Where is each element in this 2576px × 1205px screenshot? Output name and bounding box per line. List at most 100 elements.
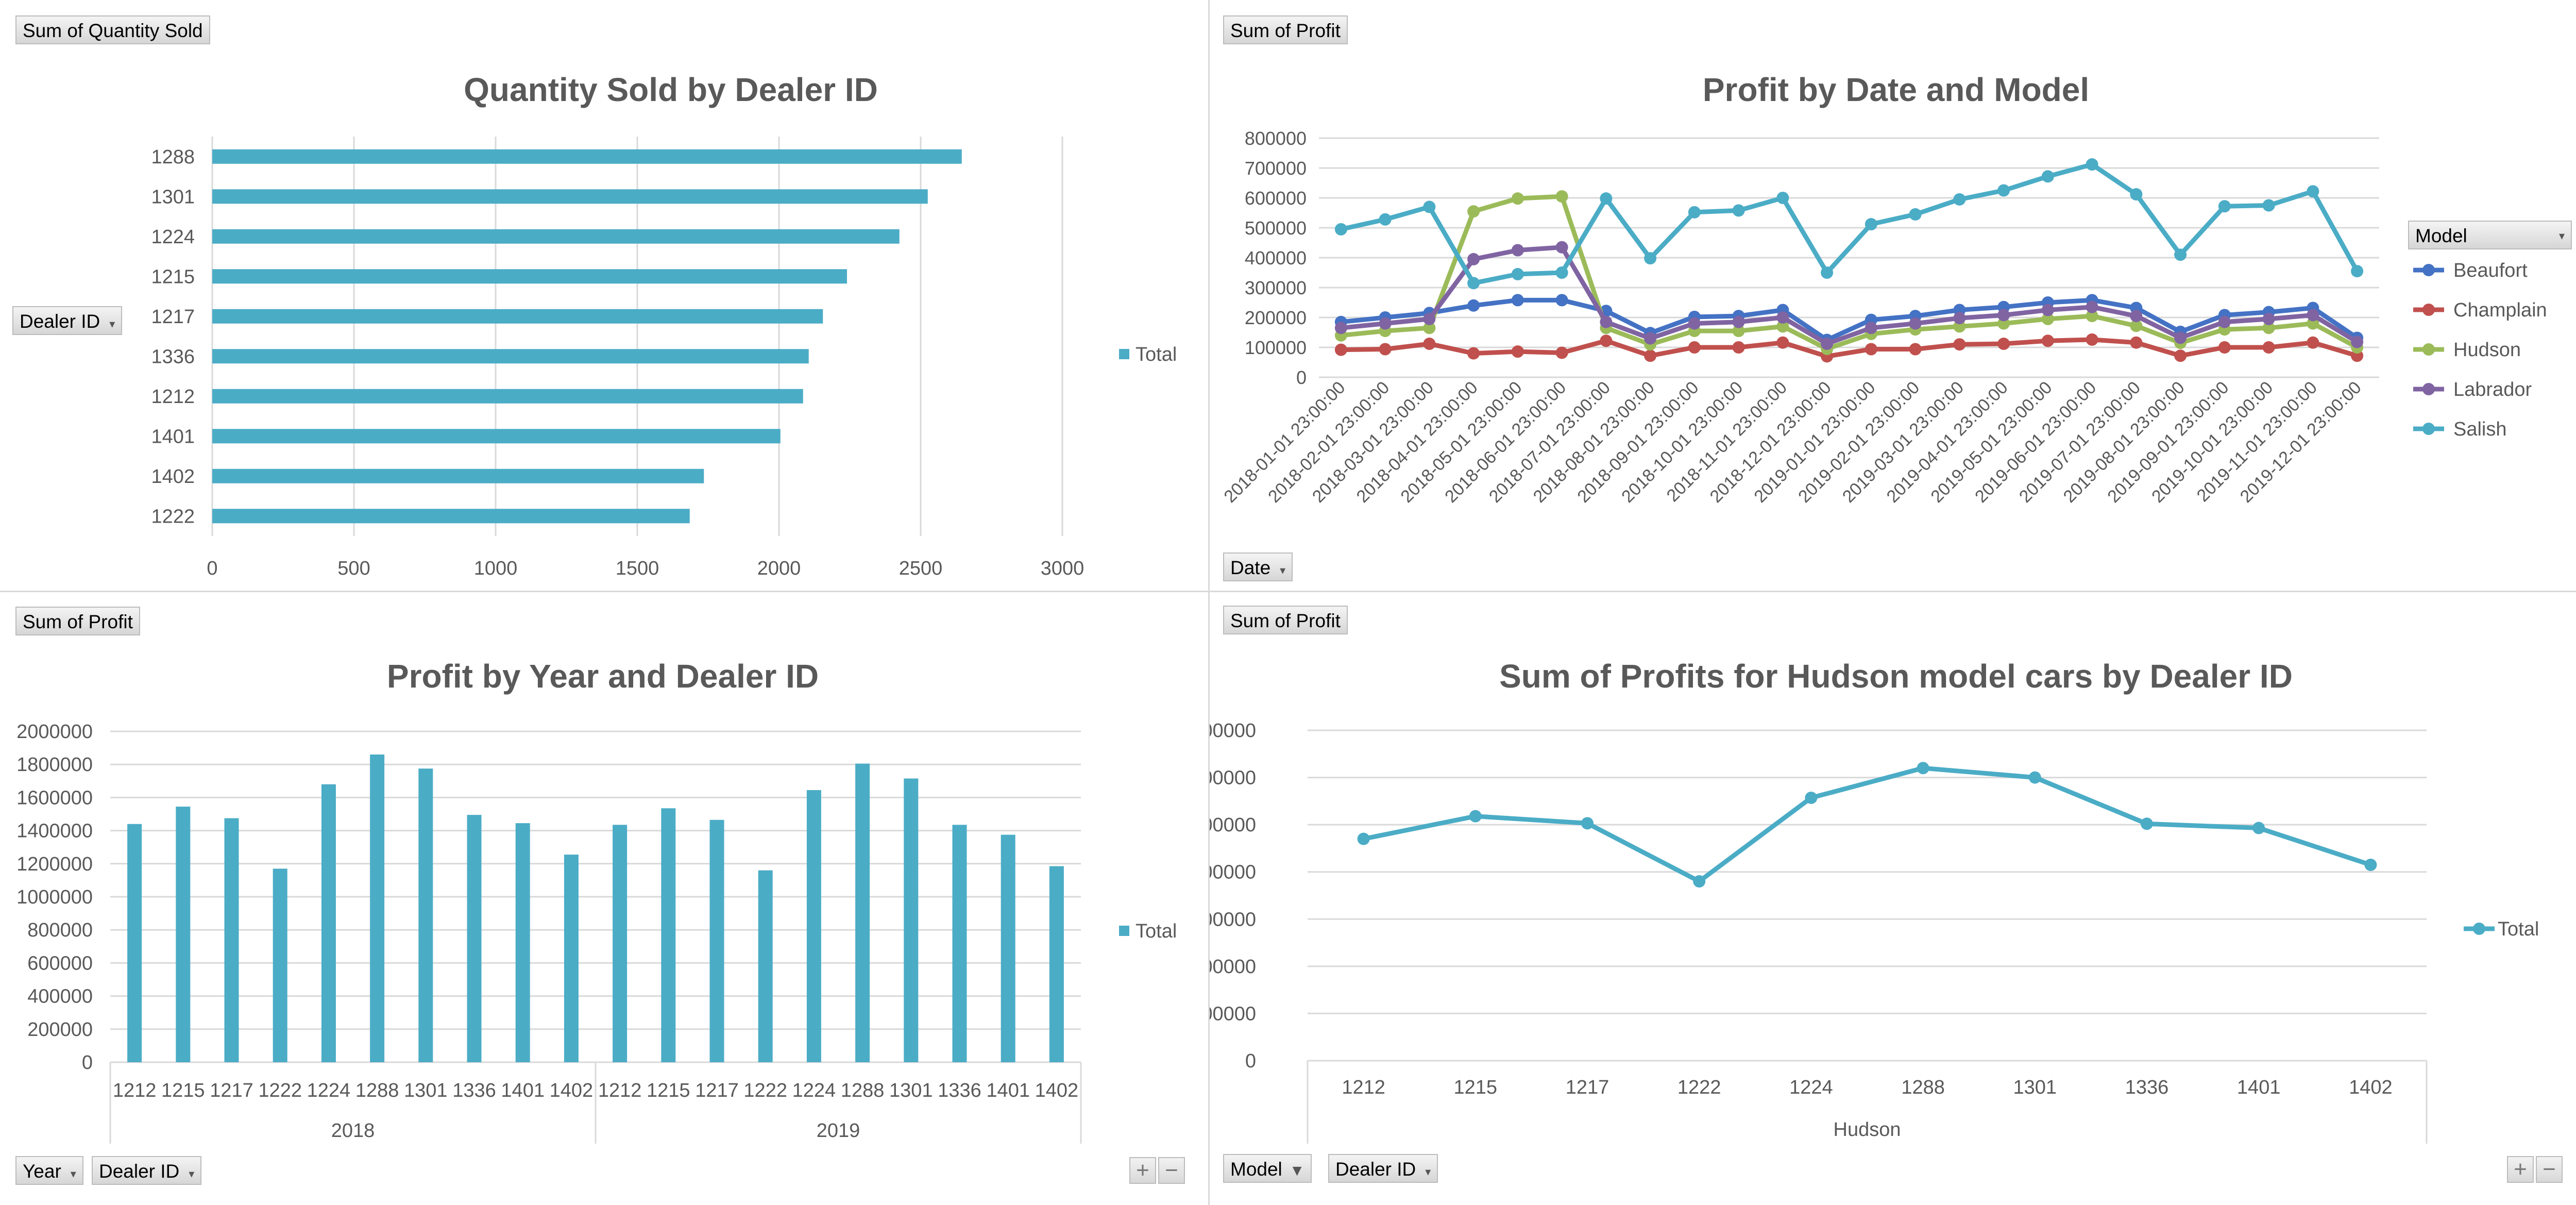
- bar: [370, 754, 385, 1062]
- y-tick-label: 1800000: [16, 754, 93, 776]
- data-point: [1821, 338, 1834, 350]
- y-tick-label: 400000: [1245, 247, 1307, 269]
- data-point: [1467, 347, 1480, 360]
- profit-date-model-chart: Profit by Date and Model 0 100000 200000 300…: [1220, 71, 2547, 507]
- bar: [212, 389, 803, 404]
- data-point: [1511, 192, 1524, 205]
- x-tick-label: 1212: [1342, 1077, 1385, 1098]
- data-point: [1511, 294, 1524, 307]
- x-tick-label: 1217: [1566, 1077, 1609, 1098]
- y-tick-label: 700000: [1245, 158, 1307, 179]
- data-point: [2028, 771, 2041, 784]
- data-point: [1555, 266, 1568, 279]
- bar: [904, 778, 919, 1062]
- bar: [212, 229, 900, 244]
- x-tick-label: 1222: [743, 1080, 787, 1101]
- data-point: [1600, 192, 1613, 205]
- bar: [661, 808, 676, 1062]
- x-tick-label: 1401: [2237, 1077, 2281, 1098]
- bar: [418, 768, 433, 1062]
- bar: [212, 309, 823, 324]
- data-point: [1423, 200, 1436, 213]
- bar: [224, 818, 239, 1062]
- y-tick-label: 300000: [1210, 909, 1256, 930]
- data-point: [1467, 205, 1480, 218]
- bar: [176, 807, 191, 1062]
- data-point: [1469, 810, 1482, 823]
- data-point: [1581, 817, 1594, 830]
- y-tick-label: 1215: [151, 266, 195, 288]
- x-tick-label: 1222: [258, 1080, 302, 1101]
- legend-marker: [2422, 304, 2435, 316]
- chart-profit-year-dealer-panel[interactable]: Sum of Profit Year ▾ Dealer ID ▾ + − Profi…: [0, 592, 1208, 1205]
- data-point: [1693, 875, 1706, 888]
- chart-profit-date-model-panel[interactable]: Sum of Profit Date ▾ Model ▾ Profit by Dat…: [1210, 0, 2576, 591]
- x-tick-label: 1402: [2349, 1077, 2393, 1098]
- data-point: [1511, 345, 1524, 358]
- data-point: [1334, 322, 1347, 334]
- data-point: [1555, 190, 1568, 203]
- data-point: [1379, 213, 1392, 226]
- y-tick-label: 800000: [1245, 128, 1307, 149]
- profit-year-dealer-chart: Profit by Year and Dealer ID 0 200000 40000…: [16, 658, 1177, 1144]
- chart-hudson-profit-panel[interactable]: Sum of Profit Model ▼ Dealer ID ▾ + − Sum …: [1210, 592, 2576, 1205]
- bar: [564, 855, 579, 1062]
- data-point: [1467, 299, 1480, 312]
- legend-label: Labrador: [2453, 379, 2532, 400]
- data-point: [2041, 304, 2054, 316]
- y-tick-label: 0: [82, 1052, 93, 1074]
- x-tick-label: 1500: [616, 558, 659, 579]
- data-point: [1688, 317, 1701, 330]
- data-point: [1953, 193, 1966, 206]
- data-point: [1644, 349, 1657, 362]
- data-point: [1776, 192, 1789, 204]
- bar: [321, 784, 336, 1062]
- data-point: [2351, 336, 2364, 348]
- x-tick-label: 1402: [550, 1080, 594, 1101]
- bar: [212, 349, 809, 364]
- chart-title: Profit by Year and Dealer ID: [387, 658, 819, 695]
- data-point: [1644, 332, 1657, 345]
- x-tick-label: 1215: [647, 1080, 690, 1101]
- data-point: [1953, 338, 1966, 351]
- y-tick-label: 1224: [151, 226, 195, 248]
- y-tick-label: 1000000: [16, 886, 93, 908]
- data-point: [1821, 266, 1834, 279]
- data-point: [1865, 218, 1877, 231]
- y-tick-label: 1200000: [16, 853, 93, 875]
- data-point: [2218, 200, 2231, 213]
- x-tick-label: 1401: [986, 1080, 1030, 1101]
- x-tick-label: 1212: [113, 1080, 157, 1101]
- x-tick-label: 2000: [757, 558, 801, 579]
- y-tick-label: 400000: [27, 986, 93, 1008]
- bar: [1001, 834, 1015, 1062]
- legend-marker: [2422, 343, 2435, 356]
- data-point: [1909, 208, 1922, 221]
- x-tick-label: 1217: [210, 1080, 253, 1101]
- bar: [855, 763, 870, 1062]
- data-point: [2086, 158, 2098, 171]
- x-tick-label: 1301: [2013, 1077, 2057, 1098]
- data-point: [1555, 346, 1568, 359]
- data-point: [1865, 322, 1877, 334]
- legend-label: Total: [2498, 918, 2539, 940]
- hudson-profit-chart: Sum of Profits for Hudson model cars by …: [1210, 658, 2539, 1144]
- y-tick-label: 1600000: [16, 787, 93, 809]
- data-point: [2364, 858, 2377, 871]
- group-label: 2018: [331, 1120, 375, 1142]
- data-point: [2174, 331, 2187, 344]
- bar: [467, 815, 482, 1062]
- data-point: [2351, 265, 2364, 278]
- y-tick-label: 200000: [1245, 307, 1307, 328]
- x-tick-label: 1301: [404, 1080, 448, 1101]
- legend-label: Champlain: [2453, 299, 2547, 321]
- x-tick-label: 1215: [1454, 1077, 1498, 1098]
- chart-quantity-sold-panel[interactable]: Sum of Quantity Sold Dealer ID ▾ Quantity…: [0, 0, 1208, 591]
- x-tick-label: 3000: [1041, 558, 1084, 579]
- data-point: [2262, 341, 2275, 354]
- x-tick-label: 1288: [841, 1080, 885, 1101]
- bar: [273, 868, 287, 1062]
- y-tick-label: 600000: [1210, 767, 1256, 789]
- bar: [212, 269, 847, 284]
- legend-marker: [2473, 923, 2485, 935]
